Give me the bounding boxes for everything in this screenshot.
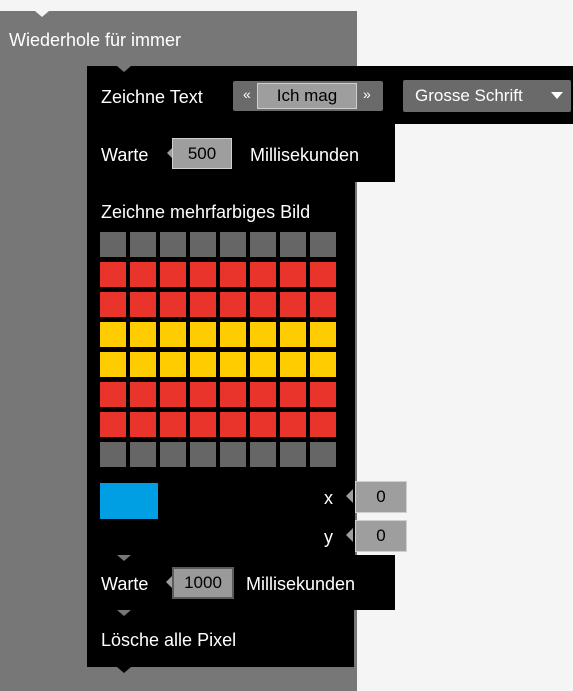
pixel-cell[interactable]	[100, 352, 126, 377]
pixel-cell[interactable]	[250, 292, 276, 317]
loop-label: Wiederhole für immer	[9, 30, 182, 50]
pixel-cell[interactable]	[250, 382, 276, 407]
block-bottom-notch	[117, 667, 131, 673]
left-chevron: «	[243, 86, 251, 102]
pixel-cell[interactable]	[160, 232, 186, 257]
pixel-cell[interactable]	[310, 382, 336, 407]
draw-image-label: Zeichne mehrfarbiges Bild	[101, 202, 311, 222]
pixel-cell[interactable]	[130, 322, 156, 347]
draw-image-block[interactable]: Zeichne mehrfarbiges Bild x y	[87, 182, 355, 555]
pixel-cell[interactable]	[310, 232, 336, 257]
block-notch	[117, 610, 131, 616]
pixel-cell[interactable]	[100, 412, 126, 437]
wait-unit: Millisekunden	[246, 574, 356, 594]
pixel-cell[interactable]	[220, 292, 246, 317]
input-connector	[346, 528, 353, 542]
pixel-cell[interactable]	[310, 442, 336, 467]
draw-text-block[interactable]: Zeichne Text « Ich mag » Grosse Schrift	[87, 66, 573, 130]
pixel-cell[interactable]	[190, 292, 216, 317]
color-picker-swatch[interactable]	[100, 483, 158, 519]
pixel-cell[interactable]	[250, 262, 276, 287]
pixel-cell[interactable]	[100, 292, 126, 317]
block-notch	[117, 555, 131, 561]
pixel-grid[interactable]	[100, 232, 340, 472]
pixel-cell[interactable]	[280, 352, 306, 377]
input-connector	[346, 489, 353, 503]
pixel-cell[interactable]	[130, 292, 156, 317]
pixel-cell[interactable]	[190, 412, 216, 437]
pixel-cell[interactable]	[130, 262, 156, 287]
pixel-cell[interactable]	[160, 382, 186, 407]
font-dropdown[interactable]: Grosse Schrift	[403, 80, 571, 112]
pixel-cell[interactable]	[250, 232, 276, 257]
pixel-cell[interactable]	[250, 442, 276, 467]
pixel-cell[interactable]	[160, 292, 186, 317]
pixel-cell[interactable]	[100, 442, 126, 467]
clear-pixels-block[interactable]: Lösche alle Pixel	[87, 610, 354, 673]
loop-top-notch	[35, 11, 49, 17]
wait-label: Warte	[101, 145, 149, 165]
pixel-cell[interactable]	[280, 292, 306, 317]
pixel-cell[interactable]	[100, 232, 126, 257]
pixel-cell[interactable]	[250, 412, 276, 437]
pixel-cell[interactable]	[280, 412, 306, 437]
font-dropdown-value: Grosse Schrift	[415, 86, 523, 105]
pixel-cell[interactable]	[220, 442, 246, 467]
pixel-cell[interactable]	[190, 442, 216, 467]
pixel-cell[interactable]	[160, 322, 186, 347]
pixel-cell[interactable]	[190, 352, 216, 377]
pixel-cell[interactable]	[190, 382, 216, 407]
pixel-cell[interactable]	[280, 322, 306, 347]
pixel-cell[interactable]	[280, 232, 306, 257]
pixel-cell[interactable]	[160, 412, 186, 437]
pixel-cell[interactable]	[310, 322, 336, 347]
pixel-cell[interactable]	[310, 292, 336, 317]
pixel-cell[interactable]	[190, 262, 216, 287]
pixel-cell[interactable]	[130, 412, 156, 437]
pixel-cell[interactable]	[220, 262, 246, 287]
chevron-down-icon	[551, 92, 563, 99]
block-notch	[117, 66, 131, 72]
pixel-cell[interactable]	[250, 352, 276, 377]
pixel-cell[interactable]	[220, 412, 246, 437]
pixel-cell[interactable]	[100, 322, 126, 347]
pixel-cell[interactable]	[250, 322, 276, 347]
pixel-cell[interactable]	[310, 262, 336, 287]
pixel-cell[interactable]	[130, 442, 156, 467]
pixel-cell[interactable]	[160, 352, 186, 377]
x-input[interactable]: 0	[355, 481, 407, 513]
pixel-cell[interactable]	[160, 442, 186, 467]
pixel-cell[interactable]	[130, 352, 156, 377]
pixel-cell[interactable]	[310, 352, 336, 377]
pixel-cell[interactable]	[280, 382, 306, 407]
text-string-field[interactable]: « Ich mag »	[233, 81, 383, 111]
right-chevron: »	[363, 86, 371, 102]
pixel-cell[interactable]	[220, 322, 246, 347]
draw-text-label: Zeichne Text	[101, 87, 203, 107]
pixel-cell[interactable]	[100, 262, 126, 287]
pixel-cell[interactable]	[280, 262, 306, 287]
pixel-cell[interactable]	[100, 382, 126, 407]
pixel-cell[interactable]	[220, 232, 246, 257]
pixel-cell[interactable]	[130, 382, 156, 407]
pixel-cell[interactable]	[190, 232, 216, 257]
wait-label: Warte	[101, 574, 149, 594]
wait-ms-input[interactable]: 1000	[172, 567, 234, 599]
wait-ms-input[interactable]: 500	[172, 138, 232, 169]
x-label: x	[324, 488, 333, 508]
y-input[interactable]: 0	[355, 520, 407, 552]
wait-unit: Millisekunden	[250, 145, 360, 165]
pixel-cell[interactable]	[160, 262, 186, 287]
wait-block-1[interactable]: Warte 500 Millisekunden	[87, 124, 395, 182]
pixel-cell[interactable]	[220, 352, 246, 377]
text-input[interactable]: Ich mag	[257, 83, 357, 109]
pixel-cell[interactable]	[310, 412, 336, 437]
pixel-cell[interactable]	[190, 322, 216, 347]
y-label: y	[324, 527, 333, 547]
pixel-cell[interactable]	[280, 442, 306, 467]
pixel-cell[interactable]	[130, 232, 156, 257]
wait-block-2[interactable]: Warte 1000 Millisekunden	[87, 555, 395, 610]
clear-label: Lösche alle Pixel	[101, 630, 237, 650]
pixel-cell[interactable]	[220, 382, 246, 407]
